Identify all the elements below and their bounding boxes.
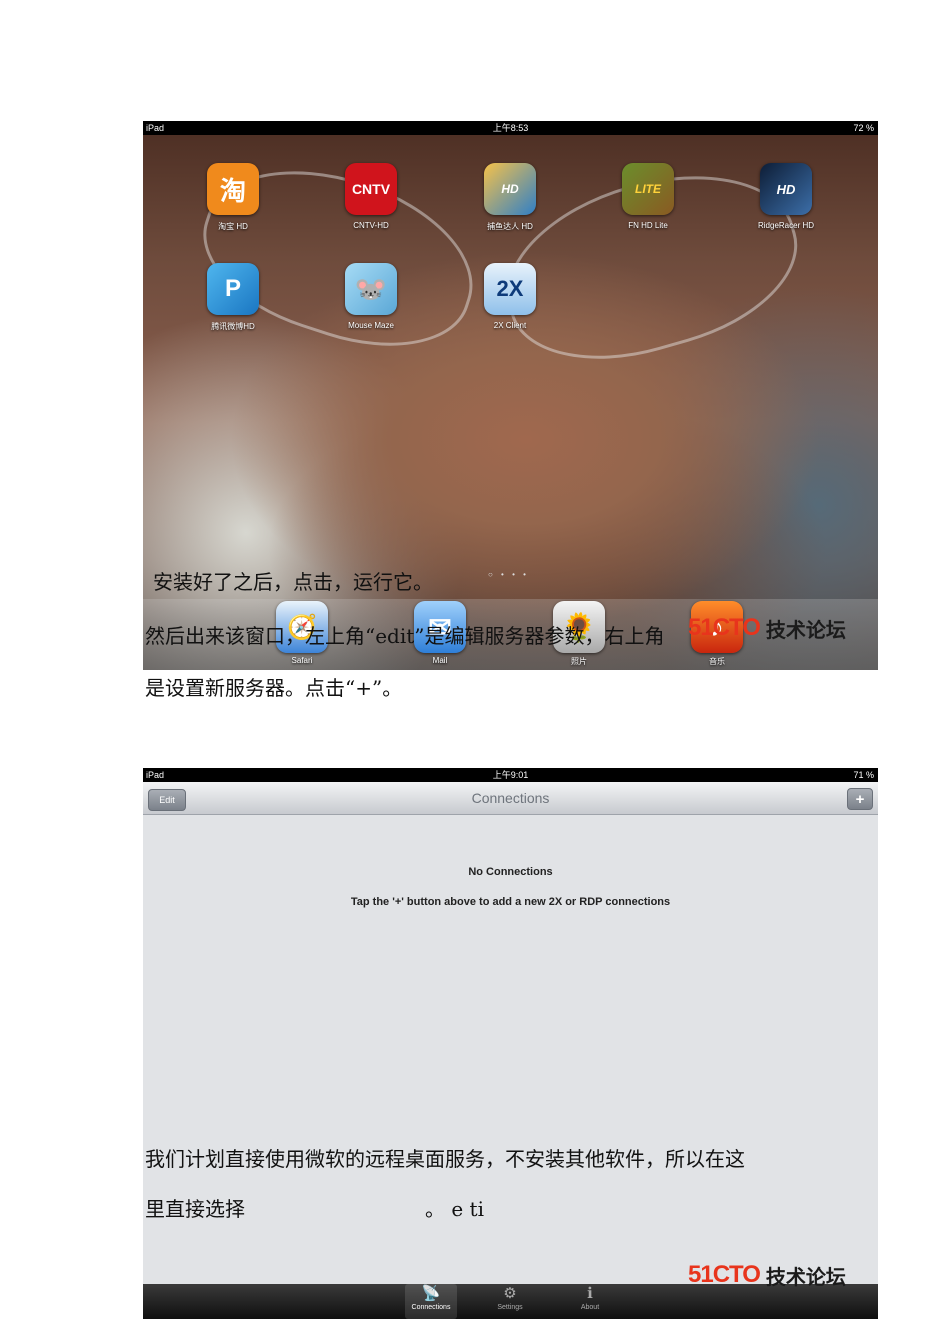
page-indicator[interactable]: ○ • • • (488, 570, 529, 579)
navigation-bar: Edit Connections + (143, 782, 878, 815)
status-time: 上午8:53 (492, 123, 529, 133)
doc-line-1: 安装好了之后，点击，运行它。 (153, 570, 433, 594)
2x-client-icon[interactable]: 2X (484, 263, 536, 315)
battery-level: 71 % (853, 770, 874, 780)
app-label: CNTV-HD (353, 221, 389, 230)
app-label: 2X Client (493, 321, 527, 330)
status-time: 上午9:01 (492, 770, 529, 780)
satellite-dish-icon: 📡 (421, 1285, 441, 1302)
doc-line-4: 我们计划直接使用微软的远程桌面服务，不安装其他软件，所以在这 (145, 1147, 745, 1171)
app-label: RidgeRacer HD (757, 221, 815, 230)
app-2x-client[interactable]: 2X 2X Client (460, 263, 560, 330)
app-label: Mail (432, 656, 448, 665)
fish-icon[interactable]: HD (484, 163, 536, 215)
doc-line-2: 然后出来该窗口，左上角“edit”是编辑服务器参数，右上角 (145, 624, 665, 648)
app-label: 音乐 (709, 657, 725, 666)
taobao-icon[interactable]: 淘 (207, 163, 259, 215)
watermark-text: 技术论坛 (765, 617, 846, 642)
app-ridgeracer-hd[interactable]: HD RidgeRacer HD (736, 163, 836, 230)
add-connection-button[interactable]: + (847, 788, 873, 810)
fruit-ninja-icon[interactable]: LITE (622, 163, 674, 215)
cntv-icon[interactable]: CNTV (345, 163, 397, 215)
tab-label: Connections (411, 1304, 451, 1311)
tab-label: About (580, 1304, 600, 1311)
status-bar: iPad 上午8:53 72 % (143, 121, 878, 135)
app-fn-hd-lite[interactable]: LITE FN HD Lite (598, 163, 698, 230)
app-fishing-hd[interactable]: HD 捕鱼达人 HD (460, 163, 560, 232)
app-label: 腾讯微博HD (211, 322, 255, 331)
app-taobao-hd[interactable]: 淘 淘宝 HD (183, 163, 283, 232)
tab-settings[interactable]: ⚙ Settings (484, 1284, 536, 1319)
info-icon: ℹ (587, 1285, 593, 1302)
doc-line-6: 。 e ti (425, 1197, 484, 1221)
app-label: 捕鱼达人 HD (487, 222, 533, 231)
doc-line-5: 里直接选择 (145, 1197, 245, 1221)
app-label: FN HD Lite (628, 221, 668, 230)
watermark-top: 51CTO 技术论坛 (688, 614, 846, 642)
nav-title: Connections (471, 790, 550, 806)
empty-state-title: No Connections (468, 866, 553, 878)
tab-label: Settings (497, 1304, 523, 1311)
mouse-icon[interactable]: 🐭 (345, 263, 397, 315)
app-cntv-hd[interactable]: CNTV CNTV-HD (321, 163, 421, 230)
watermark-brand: 51CTO (688, 1261, 761, 1288)
app-label: 淘宝 HD (218, 222, 248, 231)
status-bar: iPad 上午9:01 71 % (143, 768, 878, 782)
app-label: Safari (291, 656, 313, 665)
app-tencent-weibo-hd[interactable]: P 腾讯微博HD (183, 263, 283, 332)
ridgeracer-icon[interactable]: HD (760, 163, 812, 215)
app-mouse-maze[interactable]: 🐭 Mouse Maze (321, 263, 421, 330)
watermark-bottom: 51CTO 技术论坛 (688, 1261, 846, 1289)
tab-about[interactable]: ℹ About (564, 1284, 616, 1319)
gear-icon: ⚙ (503, 1285, 517, 1302)
app-label: Mouse Maze (348, 321, 394, 330)
tab-connections[interactable]: 📡 Connections (405, 1284, 457, 1319)
doc-line-3: 是设置新服务器。点击“+”。 (145, 676, 403, 700)
empty-state-message: Tap the '+' button above to add a new 2X… (350, 896, 671, 908)
watermark-text: 技术论坛 (765, 1264, 846, 1289)
connections-screenshot: iPad 上午9:01 71 % Edit Connections + No C… (143, 768, 878, 1319)
app-label: 照片 (571, 657, 587, 666)
tencent-weibo-icon[interactable]: P (207, 263, 259, 315)
battery-level: 72 % (853, 123, 874, 133)
watermark-brand: 51CTO (688, 614, 761, 641)
